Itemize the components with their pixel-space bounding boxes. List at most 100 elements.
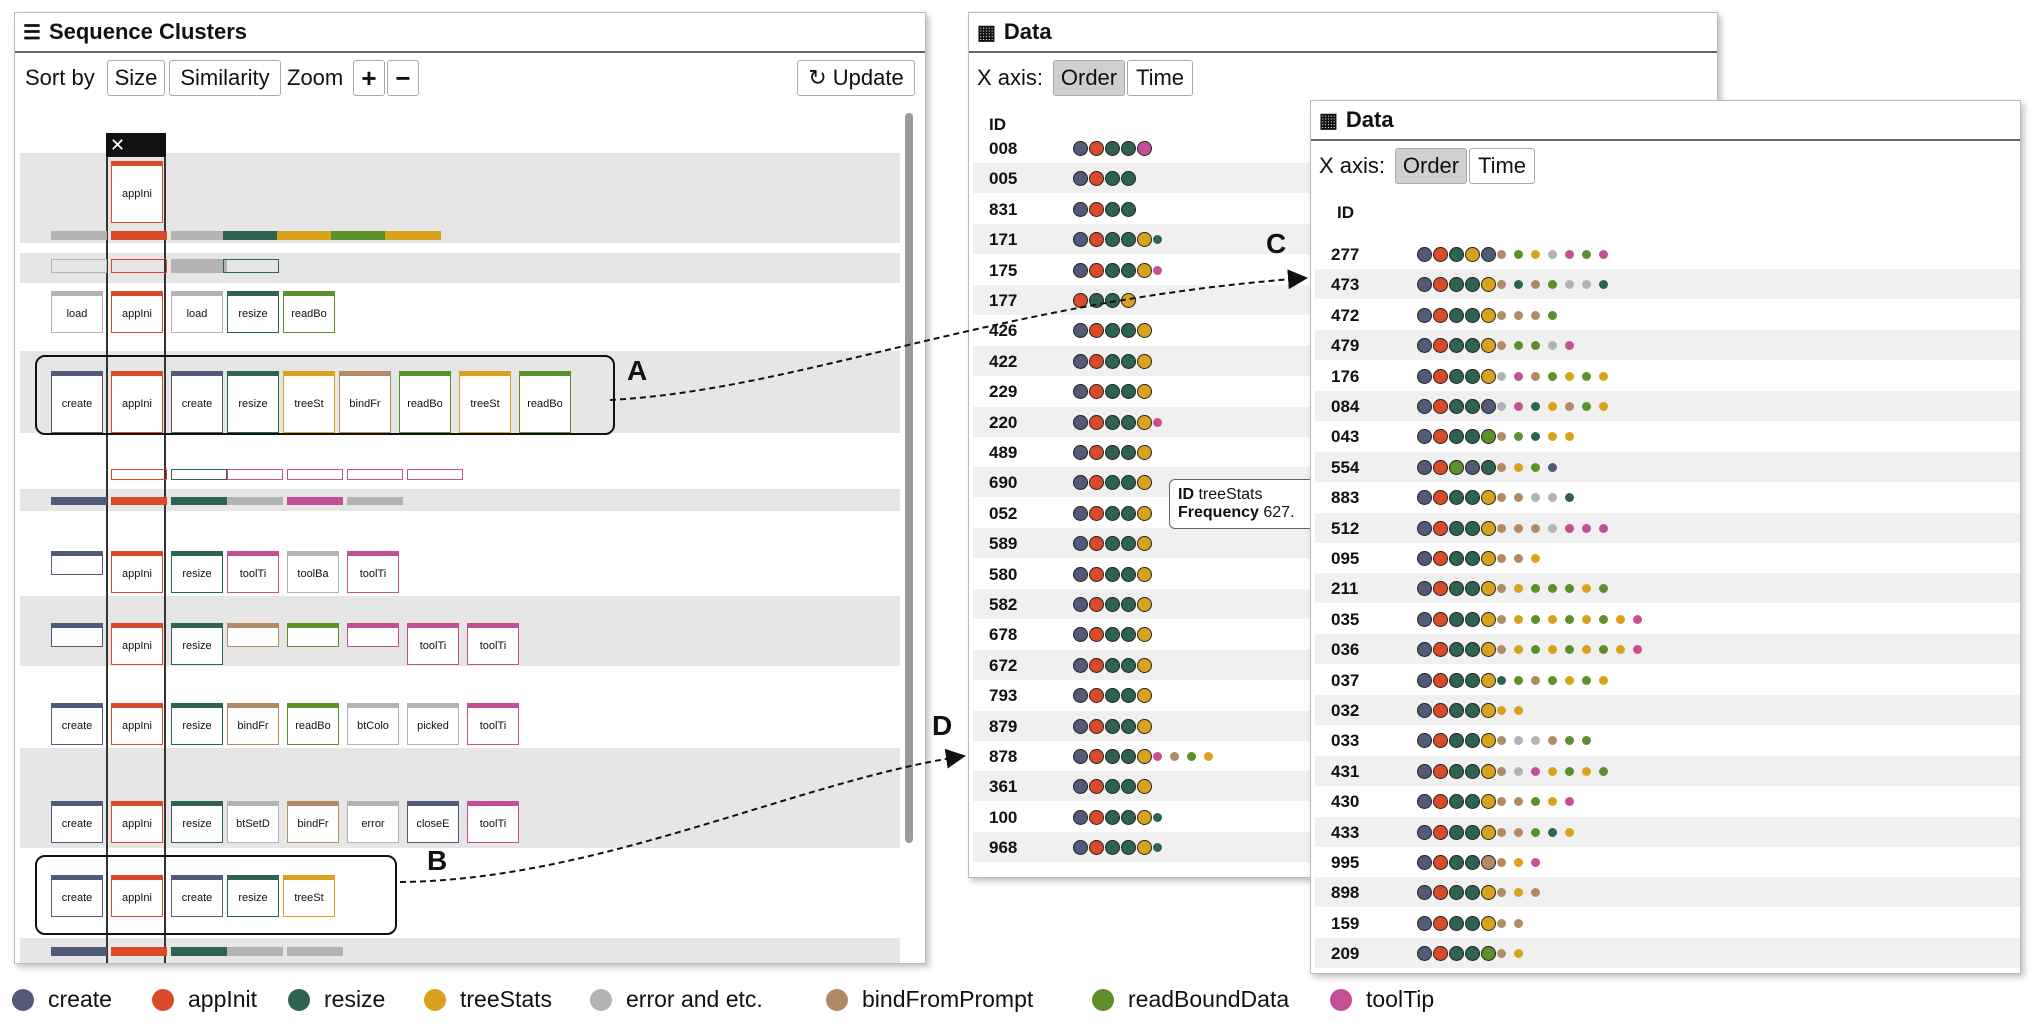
event-dot[interactable] — [1449, 520, 1464, 536]
event-dot[interactable] — [1417, 703, 1432, 718]
event-dot[interactable] — [1531, 280, 1540, 290]
event-dot[interactable] — [1433, 642, 1448, 658]
data-row[interactable]: 472 — [1315, 300, 2020, 330]
event-dot[interactable] — [1481, 855, 1496, 870]
event-dot[interactable] — [1465, 794, 1480, 810]
event-dot[interactable] — [1465, 277, 1480, 293]
event-dot[interactable] — [1599, 766, 1608, 776]
event-box[interactable]: toolTi — [407, 623, 459, 665]
event-dot[interactable] — [1137, 657, 1152, 673]
event-dot[interactable] — [1582, 280, 1591, 290]
event-dot[interactable] — [1514, 554, 1523, 563]
event-dot[interactable] — [1548, 645, 1557, 655]
event-dot[interactable] — [1433, 733, 1448, 749]
event-dot[interactable] — [1465, 611, 1480, 627]
event-dot[interactable] — [1548, 371, 1557, 381]
event-box[interactable]: create — [51, 703, 103, 745]
event-dot[interactable] — [1417, 915, 1432, 931]
data-row[interactable]: 479 — [1315, 330, 2020, 361]
event-dot[interactable] — [1137, 475, 1152, 491]
event-dot[interactable] — [1548, 523, 1557, 533]
event-dot[interactable] — [1514, 706, 1523, 715]
event-box[interactable]: appIni — [111, 551, 163, 593]
event-bar[interactable] — [223, 259, 279, 273]
event-box[interactable]: create — [51, 801, 103, 843]
event-dot[interactable] — [1089, 749, 1104, 764]
event-dot[interactable] — [1514, 432, 1523, 442]
event-dot[interactable] — [1481, 307, 1496, 323]
event-dot[interactable] — [1105, 475, 1120, 491]
event-dot[interactable] — [1465, 429, 1480, 445]
update-button[interactable]: ↻ Update — [797, 60, 915, 96]
data-row[interactable]: 035 — [1315, 604, 2020, 634]
event-dot[interactable] — [1565, 432, 1574, 442]
event-dot[interactable] — [1548, 341, 1557, 351]
event-dot[interactable] — [1089, 505, 1104, 521]
event-dot[interactable] — [1531, 341, 1540, 351]
event-dot[interactable] — [1417, 399, 1432, 414]
data-row[interactable]: 430 — [1315, 786, 2020, 816]
event-dot[interactable] — [1187, 752, 1196, 761]
event-dot[interactable] — [1465, 399, 1480, 414]
event-dot[interactable] — [1105, 171, 1120, 187]
event-dot[interactable] — [1449, 946, 1464, 962]
event-dot[interactable] — [1531, 888, 1540, 898]
event-dot[interactable] — [1481, 399, 1496, 414]
event-bar[interactable] — [51, 947, 107, 956]
event-dot[interactable] — [1417, 459, 1432, 475]
event-dot[interactable] — [1497, 766, 1506, 776]
event-dot[interactable] — [1433, 611, 1448, 627]
event-dot[interactable] — [1121, 353, 1136, 369]
zoom-out-button[interactable]: − — [387, 60, 419, 96]
event-dot[interactable] — [1089, 536, 1104, 552]
event-dot[interactable] — [1582, 766, 1591, 776]
event-dot[interactable] — [1633, 614, 1642, 624]
event-dot[interactable] — [1417, 338, 1432, 354]
event-bar[interactable] — [171, 497, 227, 505]
event-box[interactable]: load — [51, 291, 103, 333]
event-dot[interactable] — [1137, 141, 1152, 156]
event-dot[interactable] — [1531, 371, 1540, 381]
event-dot[interactable] — [1449, 307, 1464, 323]
event-dot[interactable] — [1497, 310, 1506, 320]
event-dot[interactable] — [1121, 171, 1136, 187]
event-box[interactable] — [227, 623, 279, 647]
event-dot[interactable] — [1531, 827, 1540, 837]
event-dot[interactable] — [1449, 611, 1464, 627]
event-dot[interactable] — [1105, 688, 1120, 704]
event-dot[interactable] — [1514, 584, 1523, 594]
event-dot[interactable] — [1497, 858, 1506, 867]
event-dot[interactable] — [1449, 642, 1464, 658]
event-dot[interactable] — [1449, 763, 1464, 779]
event-dot[interactable] — [1105, 749, 1120, 764]
event-dot[interactable] — [1073, 718, 1088, 734]
event-box[interactable]: toolTi — [347, 551, 399, 593]
event-dot[interactable] — [1531, 250, 1540, 259]
event-bar[interactable] — [227, 497, 283, 505]
sort-size-button[interactable]: Size — [107, 60, 165, 96]
event-dot[interactable] — [1514, 371, 1523, 381]
event-dot[interactable] — [1514, 888, 1523, 898]
event-dot[interactable] — [1481, 763, 1496, 779]
event-dot[interactable] — [1073, 749, 1088, 764]
event-dot[interactable] — [1105, 262, 1120, 278]
event-dot[interactable] — [1137, 566, 1152, 582]
event-dot[interactable] — [1073, 505, 1088, 521]
event-dot[interactable] — [1121, 293, 1136, 308]
event-dot[interactable] — [1497, 888, 1506, 898]
event-dot[interactable] — [1433, 429, 1448, 445]
event-dot[interactable] — [1433, 581, 1448, 597]
event-dot[interactable] — [1089, 779, 1104, 795]
event-dot[interactable] — [1565, 402, 1574, 411]
event-dot[interactable] — [1497, 554, 1506, 563]
event-dot[interactable] — [1137, 262, 1152, 278]
event-dot[interactable] — [1565, 736, 1574, 746]
event-dot[interactable] — [1449, 490, 1464, 506]
event-dot[interactable] — [1599, 584, 1608, 594]
event-dot[interactable] — [1137, 779, 1152, 795]
event-dot[interactable] — [1582, 736, 1591, 746]
event-dot[interactable] — [1433, 277, 1448, 293]
event-dot[interactable] — [1497, 341, 1506, 351]
event-bar[interactable] — [171, 947, 227, 956]
event-dot[interactable] — [1548, 310, 1557, 320]
